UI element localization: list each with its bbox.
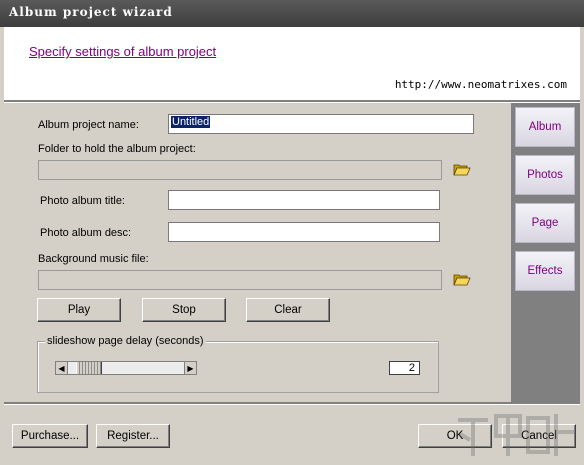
watermark-logo <box>458 414 574 456</box>
slider-thumb[interactable] <box>76 362 102 374</box>
clear-button[interactable]: Clear <box>246 298 330 322</box>
music-label: Background music file: <box>38 253 149 265</box>
window-title: Album project wizard <box>9 5 173 19</box>
open-folder-icon[interactable] <box>453 163 471 177</box>
wizard-header: Specify settings of album project http:/… <box>4 27 580 100</box>
project-name-value: Untitled <box>171 116 211 128</box>
delay-value: 2 <box>389 361 420 375</box>
slider-left-arrow-icon[interactable]: ◀ <box>56 362 68 374</box>
sidebar-item-effects[interactable]: Effects <box>515 251 575 291</box>
photo-desc-input[interactable] <box>168 222 440 242</box>
project-name-label: Album project name: <box>38 119 139 131</box>
sidebar-item-album[interactable]: Album <box>515 107 575 147</box>
delay-group-label: slideshow page delay (seconds) <box>45 335 206 347</box>
photo-title-label: Photo album title: <box>40 195 125 207</box>
play-button[interactable]: Play <box>37 298 121 322</box>
stop-button[interactable]: Stop <box>142 298 226 322</box>
folder-label: Folder to hold the album project: <box>38 143 196 155</box>
register-button[interactable]: Register... <box>96 424 170 448</box>
project-name-input[interactable]: Untitled <box>168 114 474 134</box>
folder-input[interactable] <box>38 160 442 180</box>
slider-right-arrow-icon[interactable]: ▶ <box>184 362 196 374</box>
wizard-subtitle-link[interactable]: Specify settings of album project <box>29 44 216 59</box>
wizard-sidebar: Album Photos Page Effects <box>511 103 580 402</box>
music-input[interactable] <box>38 270 442 290</box>
purchase-button[interactable]: Purchase... <box>12 424 88 448</box>
website-url: http://www.neomatrixes.com <box>394 78 567 91</box>
title-bar: Album project wizard <box>0 0 584 27</box>
sidebar-item-page[interactable]: Page <box>515 203 575 243</box>
delay-slider[interactable]: ◀ ▶ <box>55 361 197 375</box>
photo-desc-label: Photo album desc: <box>40 227 132 239</box>
sidebar-item-photos[interactable]: Photos <box>515 155 575 195</box>
open-folder-icon[interactable] <box>453 273 471 287</box>
photo-title-input[interactable] <box>168 190 440 210</box>
